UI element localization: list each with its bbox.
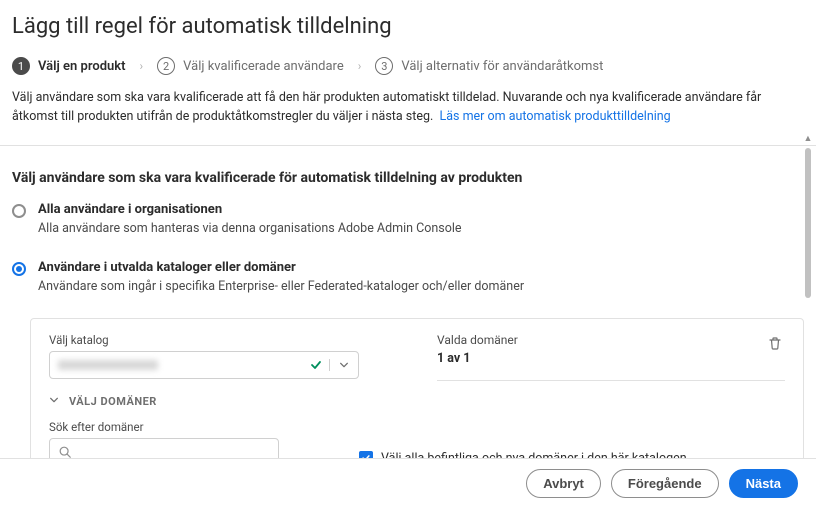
step-3[interactable]: 3 Välj alternativ för användaråtkomst: [375, 57, 603, 75]
domains-divider: [437, 380, 785, 381]
step-2[interactable]: 2 Välj kvalificerade användare: [157, 57, 344, 75]
option-all-desc: Alla användare som hanteras via denna or…: [38, 221, 804, 236]
option-selected-catalogs[interactable]: Användare i utvalda kataloger eller domä…: [12, 260, 804, 312]
scroll-up-icon[interactable]: ▲: [802, 132, 814, 144]
chevron-down-icon: [49, 395, 59, 408]
intro-text: Välj användare som ska vara kvalificerad…: [0, 89, 816, 135]
radio-checked-icon[interactable]: [12, 262, 26, 276]
content-scroll: Välj användare som ska vara kvalificerad…: [0, 156, 816, 469]
catalog-field-label: Välj katalog: [49, 333, 397, 347]
trash-icon[interactable]: [765, 333, 785, 357]
selected-domains-count: 1 av 1: [437, 351, 518, 366]
page-title: Lägg till regel för automatisk tilldelni…: [0, 0, 816, 57]
option-all-users[interactable]: Alla användare i organisationen Alla anv…: [12, 202, 804, 254]
option-all-label: Alla användare i organisationen: [38, 202, 804, 217]
catalog-select[interactable]: [49, 351, 359, 379]
learn-more-link[interactable]: Läs mer om automatisk produkttilldelning: [440, 109, 671, 124]
step-1-label: Välj en produkt: [38, 59, 126, 74]
step-3-label: Välj alternativ för användaråtkomst: [401, 59, 603, 74]
wizard-stepper: 1 Välj en produkt › 2 Välj kvalificerade…: [0, 57, 816, 89]
catalog-select-value: [50, 360, 302, 370]
step-3-number: 3: [375, 57, 393, 75]
radio-unchecked-icon[interactable]: [12, 204, 26, 218]
choose-domains-label: VÄLJ DOMÄNER: [69, 395, 157, 408]
step-1[interactable]: 1 Välj en produkt: [12, 57, 126, 75]
next-button[interactable]: Nästa: [729, 469, 798, 498]
wizard-footer: Avbryt Föregående Nästa: [0, 458, 816, 508]
chevron-right-icon: ›: [358, 59, 362, 73]
scrollbar-thumb[interactable]: [805, 148, 811, 298]
chevron-down-icon[interactable]: [330, 360, 358, 370]
search-icon: [58, 445, 72, 459]
checkmark-icon: [302, 359, 330, 371]
step-1-number: 1: [12, 57, 30, 75]
catalog-panel: Välj katalog Valda domäner 1 av 1: [30, 318, 804, 469]
option-selected-desc: Användare som ingår i specifika Enterpri…: [38, 279, 804, 294]
chevron-right-icon: ›: [140, 59, 144, 73]
divider: [0, 145, 816, 146]
search-domains-label: Sök efter domäner: [49, 420, 279, 434]
search-domains-field[interactable]: [78, 445, 270, 459]
selected-domains-label: Valda domäner: [437, 333, 518, 347]
scrollbar[interactable]: ▲: [802, 132, 814, 442]
cancel-button[interactable]: Avbryt: [526, 469, 601, 498]
section-title: Välj användare som ska vara kvalificerad…: [12, 170, 804, 186]
step-2-number: 2: [157, 57, 175, 75]
step-2-label: Välj kvalificerade användare: [183, 59, 344, 74]
option-selected-label: Användare i utvalda kataloger eller domä…: [38, 260, 804, 275]
choose-domains-toggle[interactable]: VÄLJ DOMÄNER: [49, 395, 785, 408]
previous-button[interactable]: Föregående: [611, 469, 719, 498]
